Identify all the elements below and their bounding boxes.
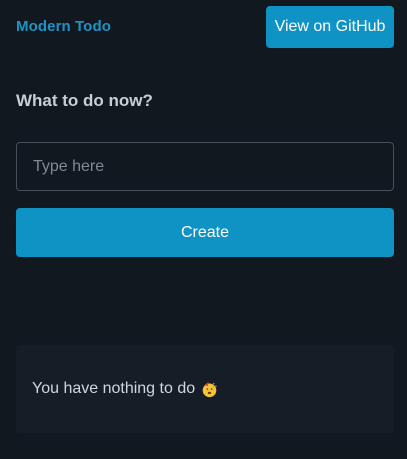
brand-link[interactable]: Modern Todo [16, 18, 111, 35]
empty-state-message: You have nothing to do [32, 380, 196, 397]
form-heading: What to do now? [16, 91, 153, 110]
todo-input[interactable] [16, 142, 394, 191]
party-popper-icon [201, 381, 218, 398]
view-on-github-button[interactable]: View on GitHub [266, 6, 394, 48]
create-button[interactable]: Create [16, 208, 394, 257]
empty-state-card: You have nothing to do [16, 345, 394, 433]
